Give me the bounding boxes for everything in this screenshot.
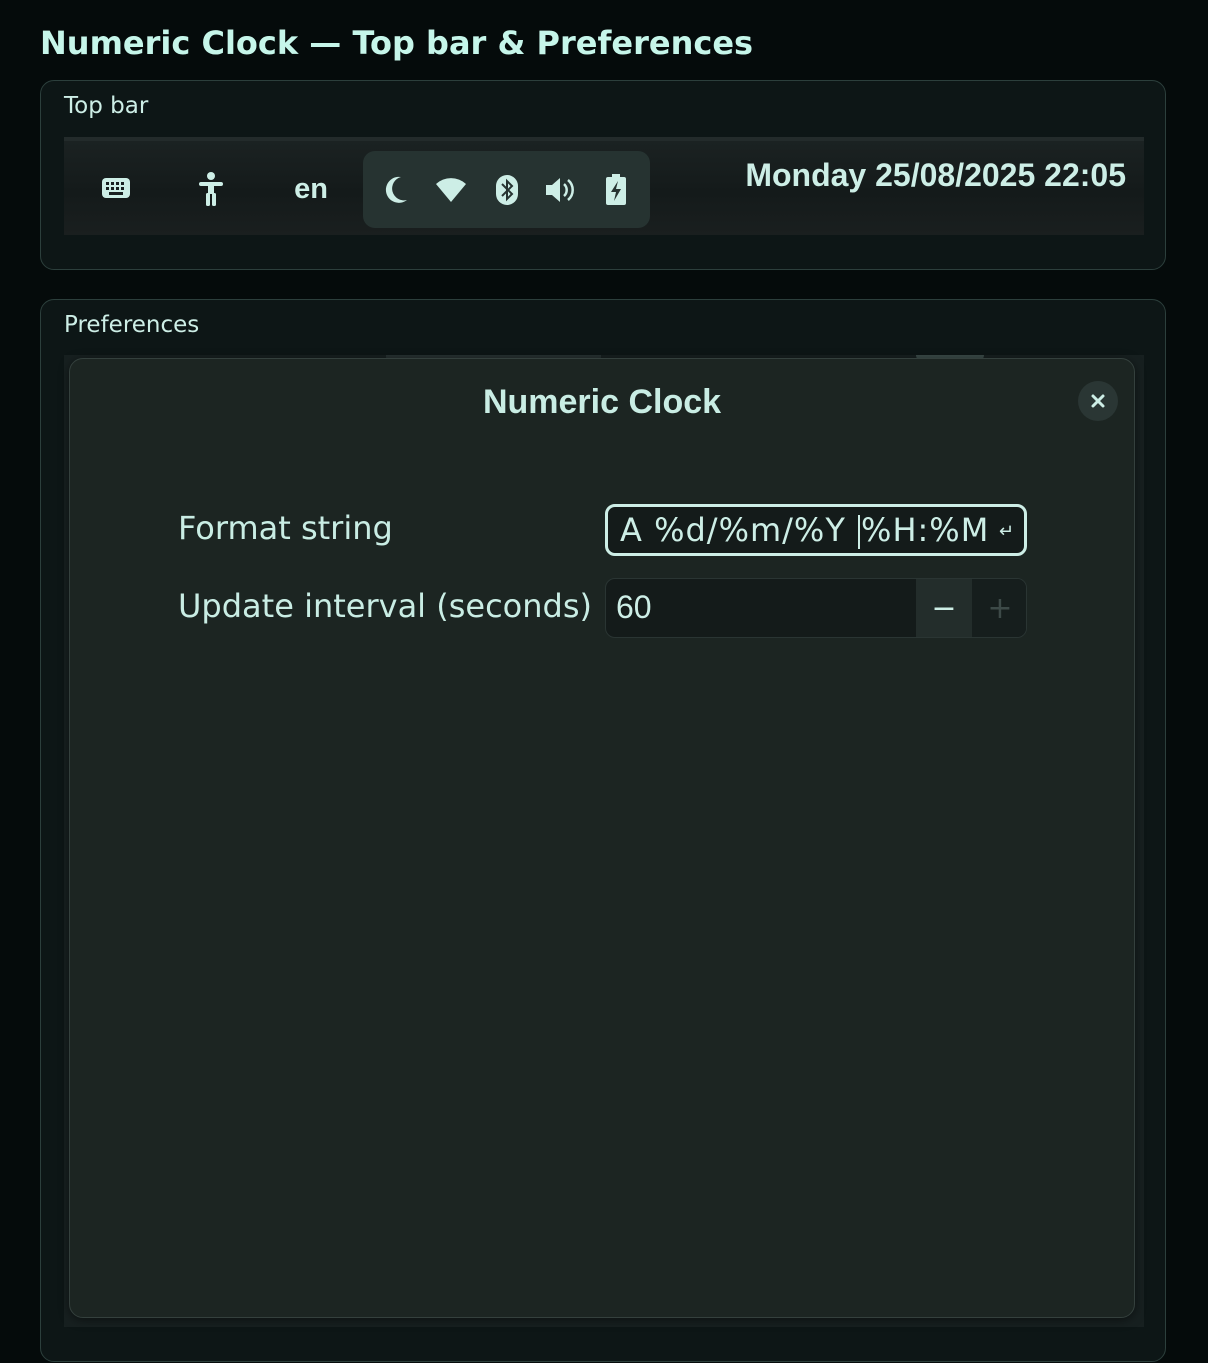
format-string-input[interactable]: A %d/%m/%Y %H:%M ↵ [605, 504, 1027, 556]
accessibility-icon[interactable] [196, 171, 226, 207]
format-string-value: A %d/%m/%Y %H:%M [620, 511, 990, 549]
text-caret [858, 515, 861, 549]
system-status-menu[interactable] [363, 151, 650, 228]
update-interval-label: Update interval (seconds) [178, 587, 592, 625]
increment-button[interactable]: + [972, 579, 1026, 637]
dialog-title: Numeric Clock [482, 383, 722, 421]
bluetooth-icon [490, 173, 524, 207]
keyboard-icon[interactable] [100, 175, 132, 201]
enter-icon: ↵ [998, 521, 1014, 542]
top-bar: en Monday 25/08/2025 22:05 [64, 137, 1144, 235]
volume-icon [543, 173, 577, 207]
topbar-section: Top bar en Monday 25/08/2025 22:05 [40, 80, 1166, 270]
page-title: Numeric Clock — Top bar & Preferences [40, 24, 754, 62]
update-interval-value[interactable]: 60 [616, 589, 652, 626]
close-icon [1091, 394, 1105, 408]
preferences-section-label: Preferences [64, 312, 200, 338]
battery-charging-icon [599, 173, 633, 207]
topbar-section-label: Top bar [64, 93, 149, 119]
update-interval-spinbutton[interactable]: 60 − + [605, 578, 1027, 638]
preferences-dialog: Numeric Clock Format string A %d/%m/%Y %… [69, 358, 1135, 1318]
decrement-button[interactable]: − [916, 579, 972, 637]
language-indicator[interactable]: en [286, 171, 336, 207]
clock-display[interactable]: Monday 25/08/2025 22:05 [745, 157, 1126, 194]
night-light-icon [379, 173, 413, 207]
close-button[interactable] [1078, 381, 1118, 421]
format-string-label: Format string [178, 509, 393, 547]
wifi-icon [434, 173, 468, 207]
preferences-section: Preferences Numeric Clock Format string … [40, 299, 1166, 1362]
